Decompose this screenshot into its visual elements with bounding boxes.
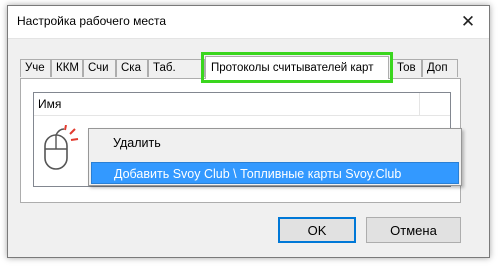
- close-icon[interactable]: ✕: [447, 6, 489, 37]
- tab-label: ККМ: [56, 62, 79, 74]
- tab-dop[interactable]: Доп: [422, 59, 458, 77]
- tab-label: Протоколы считывателей карт: [211, 62, 374, 74]
- tab-ska[interactable]: Ска: [116, 59, 148, 77]
- tab-tov[interactable]: Тов: [392, 59, 422, 77]
- tab-uchet[interactable]: Уче: [20, 59, 51, 77]
- context-menu: Удалить Добавить Svoy Club \ Топливные к…: [88, 128, 462, 186]
- mouse-right-click-icon: [44, 125, 79, 170]
- tab-label: Тов: [397, 62, 416, 74]
- menu-item-add-svoy-club[interactable]: Добавить Svoy Club \ Топливные карты Svo…: [91, 162, 459, 184]
- title-bar: Настройка рабочего места ✕: [8, 6, 489, 39]
- tab-label: Счи: [88, 62, 109, 74]
- tab-tab[interactable]: Таб.: [148, 59, 205, 77]
- ok-button[interactable]: OK: [278, 217, 356, 243]
- tab-kkm[interactable]: ККМ: [51, 59, 83, 77]
- tab-card-reader-protocols[interactable]: Протоколы считывателей карт: [201, 52, 393, 83]
- tab-schi[interactable]: Счи: [83, 59, 116, 77]
- column-separator[interactable]: [419, 93, 420, 115]
- menu-item-delete[interactable]: Удалить: [91, 132, 459, 154]
- column-name-label: Имя: [38, 97, 62, 111]
- cancel-button[interactable]: Отмена: [366, 217, 461, 243]
- list-column-header[interactable]: Имя: [34, 93, 450, 116]
- tab-strip: Уче ККМ Счи Ска Таб. Протоколы считывате…: [20, 52, 461, 83]
- tab-label: Таб.: [153, 62, 176, 74]
- tab-label: Доп: [427, 62, 448, 74]
- tab-label: Уче: [25, 62, 45, 74]
- tab-label: Ска: [121, 62, 141, 74]
- window-title: Настройка рабочего места: [17, 14, 167, 28]
